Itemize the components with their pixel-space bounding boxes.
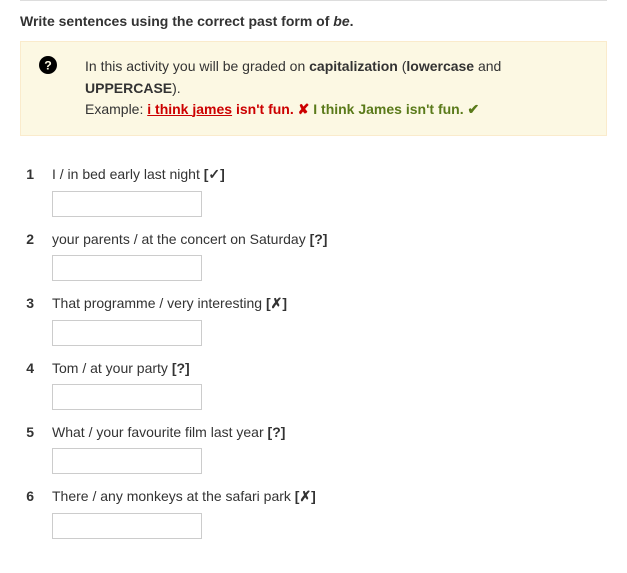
example-wrong-1: i think [147, 101, 192, 117]
hint-paren-close: ). [172, 80, 181, 96]
prompt-text: There / any monkeys at the safari park [52, 488, 295, 504]
example-wrong-2: james [192, 101, 232, 117]
example-right: I think James isn't fun. [313, 101, 467, 117]
answer-input[interactable] [52, 255, 202, 281]
question-line: 5 What / your favourite film last year [… [20, 424, 607, 440]
hint-line1-prefix: In this activity you will be graded on [85, 58, 309, 74]
input-wrap [20, 384, 607, 410]
answer-input[interactable] [52, 448, 202, 474]
question-number: 5 [20, 424, 34, 440]
instruction-text: Write sentences using the correct past f… [0, 1, 627, 41]
question-number: 4 [20, 360, 34, 376]
question-number: 6 [20, 488, 34, 504]
hint-capitalization: capitalization [309, 58, 398, 74]
hint-and: and [474, 58, 501, 74]
question-prompt: That programme / very interesting [✗] [52, 295, 287, 312]
question-number: 3 [20, 295, 34, 311]
question-circle-icon: ? [39, 56, 57, 80]
cross-icon: ✘ [298, 101, 310, 117]
input-wrap [20, 448, 607, 474]
question-row: 5 What / your favourite film last year [… [20, 424, 607, 474]
prompt-text: your parents / at the concert on Saturda… [52, 231, 310, 247]
input-wrap [20, 255, 607, 281]
check-icon: ✔ [468, 101, 480, 117]
answer-input[interactable] [52, 384, 202, 410]
question-number: 2 [20, 231, 34, 247]
input-wrap [20, 320, 607, 346]
answer-tag: [?] [268, 424, 286, 440]
question-line: 6 There / any monkeys at the safari park… [20, 488, 607, 505]
question-line: 1 I / in bed early last night [✓] [20, 166, 607, 183]
question-number: 1 [20, 166, 34, 182]
answer-input[interactable] [52, 513, 202, 539]
question-line: 4 Tom / at your party [?] [20, 360, 607, 376]
prompt-text: What / your favourite film last year [52, 424, 268, 440]
hint-box: ? In this activity you will be graded on… [20, 41, 607, 136]
hint-example-label: Example: [85, 101, 147, 117]
answer-tag: [✓] [204, 166, 225, 182]
input-wrap [20, 191, 607, 217]
question-prompt: Tom / at your party [?] [52, 360, 190, 376]
svg-text:?: ? [44, 59, 52, 73]
question-prompt: There / any monkeys at the safari park [… [52, 488, 316, 505]
instruction-suffix: . [350, 13, 354, 29]
instruction-italic: be [333, 13, 349, 29]
question-row: 1 I / in bed early last night [✓] [20, 166, 607, 217]
question-row: 3 That programme / very interesting [✗] [20, 295, 607, 346]
question-line: 3 That programme / very interesting [✗] [20, 295, 607, 312]
prompt-text: Tom / at your party [52, 360, 172, 376]
prompt-text: I / in bed early last night [52, 166, 204, 182]
question-line: 2 your parents / at the concert on Satur… [20, 231, 607, 247]
question-prompt: your parents / at the concert on Saturda… [52, 231, 327, 247]
question-row: 4 Tom / at your party [?] [20, 360, 607, 410]
answer-input[interactable] [52, 191, 202, 217]
question-row: 2 your parents / at the concert on Satur… [20, 231, 607, 281]
question-prompt: What / your favourite film last year [?] [52, 424, 285, 440]
answer-tag: [?] [310, 231, 328, 247]
answer-tag: [✗] [266, 295, 287, 311]
exercise-container: Write sentences using the correct past f… [0, 0, 627, 573]
hint-uppercase: UPPERCASE [85, 80, 172, 96]
input-wrap [20, 513, 607, 539]
hint-text: In this activity you will be graded on c… [85, 56, 588, 121]
example-wrong-plain: isn't fun. [232, 101, 298, 117]
question-row: 6 There / any monkeys at the safari park… [20, 488, 607, 539]
questions-list: 1 I / in bed early last night [✓] 2 your… [0, 156, 627, 539]
answer-tag: [✗] [295, 488, 316, 504]
question-prompt: I / in bed early last night [✓] [52, 166, 225, 183]
answer-input[interactable] [52, 320, 202, 346]
instruction-prefix: Write sentences using the correct past f… [20, 13, 333, 29]
answer-tag: [?] [172, 360, 190, 376]
prompt-text: That programme / very interesting [52, 295, 266, 311]
hint-lowercase: lowercase [406, 58, 474, 74]
